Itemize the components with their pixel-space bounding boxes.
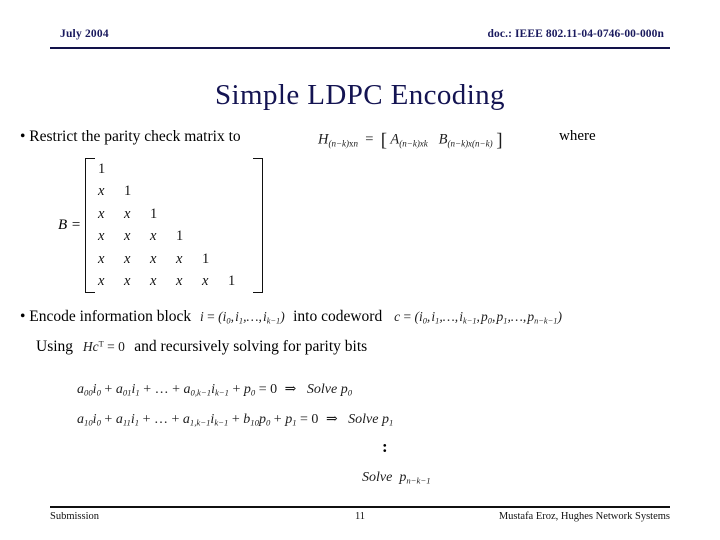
- matrix-cell: [122, 158, 148, 181]
- recursion-equation-1: a00i0 + a01i1 + … + a0,k−1ik−1 + p0 = 0 …: [77, 382, 353, 398]
- last-solve-label: Solve: [362, 470, 393, 485]
- bullet-encode-middle: into codeword: [293, 308, 383, 325]
- matrix-cell: x: [98, 228, 105, 245]
- matrix-cell: [226, 181, 252, 204]
- b-matrix-block: B = 1 x 1 x x 1 x x x 1 x x x x 1 x x x …: [58, 158, 264, 293]
- vertical-ellipsis: :: [382, 437, 388, 456]
- matrix-cell: x: [176, 250, 183, 267]
- last-solve-subscript: n−k−1: [406, 475, 431, 486]
- eq-close-bracket: ]: [496, 130, 503, 151]
- matrix-cell: x: [124, 228, 131, 245]
- implies-arrow-1: ⇒: [284, 382, 297, 397]
- table-row: x x 1: [96, 203, 252, 226]
- footer-divider: [50, 506, 670, 508]
- recursion-equation-2: a10i0 + a11i1 + … + a1,k−1ik−1 + b10p0 +…: [77, 412, 394, 428]
- matrix-cell: [226, 203, 252, 226]
- matrix-cell: [174, 181, 200, 204]
- b-matrix-label: B =: [58, 217, 82, 233]
- table-row: x x x x 1: [96, 248, 252, 271]
- where-label: where: [559, 128, 596, 144]
- footer-author: Mustafa Eroz, Hughes Network Systems: [498, 511, 670, 522]
- bullet-restrict-parity-check: • Restrict the parity check matrix to: [20, 128, 241, 146]
- matrix-cell: x: [98, 273, 105, 290]
- matrix-cell: x: [98, 183, 105, 200]
- eq-a-subscript: (n−k)xk: [399, 138, 428, 149]
- line-using-hct: Using HcT = 0 and recursively solving fo…: [36, 338, 367, 356]
- matrix-cell: 1: [176, 228, 184, 245]
- implies-arrow-2: ⇒: [325, 412, 338, 427]
- matrix-cell: [200, 181, 226, 204]
- matrix-cell: [226, 158, 252, 181]
- matrix-cell: x: [98, 205, 105, 222]
- matrix-cell: 1: [202, 250, 210, 267]
- matrix-cell: [174, 203, 200, 226]
- slide-footer: Submission 11 Mustafa Eroz, Hughes Netwo…: [50, 511, 670, 529]
- page-title: Simple LDPC Encoding: [215, 79, 505, 111]
- table-row: x x x x x 1: [96, 271, 252, 294]
- table-row: x 1: [96, 181, 252, 204]
- eq-h-equals: =: [361, 131, 378, 148]
- matrix-cell: x: [202, 273, 209, 290]
- matrix-cell: x: [124, 250, 131, 267]
- solve-label-1: Solve p0: [306, 382, 353, 398]
- equation-h-decomposition: H(n−k)xn = [ A(n−k)xk B(n−k)x(n−k) ]: [318, 130, 503, 152]
- matrix-cell: [148, 181, 174, 204]
- matrix-cell: x: [150, 273, 157, 290]
- matrix-cell: 1: [150, 205, 158, 222]
- matrix-cell: [226, 248, 252, 271]
- table-row: x x x 1: [96, 226, 252, 249]
- bullet-encode-prefix: • Encode information block: [20, 308, 192, 325]
- slide-canvas: July 2004 doc.: IEEE 802.11-04-0746-00-0…: [0, 0, 720, 540]
- matrix-cell: x: [150, 228, 157, 245]
- matrix-cell: 1: [98, 160, 106, 177]
- matrix-cell: x: [124, 273, 131, 290]
- eq-a-symbol: A: [390, 131, 400, 148]
- b-matrix-table: 1 x 1 x x 1 x x x 1 x x x x 1 x x x x x …: [96, 158, 252, 293]
- eq-open-bracket: [: [380, 130, 388, 151]
- matrix-cell: [200, 226, 226, 249]
- matrix-cell: [200, 158, 226, 181]
- matrix-left-bracket: [85, 158, 96, 293]
- matrix-cell: [226, 226, 252, 249]
- matrix-right-bracket: [253, 158, 264, 293]
- matrix-cell: 1: [124, 183, 132, 200]
- matrix-cell: [200, 203, 226, 226]
- matrix-cell: x: [98, 250, 105, 267]
- using-prefix: Using: [36, 338, 74, 355]
- header-doc-reference: doc.: IEEE 802.11-04-0746-00-000n: [487, 28, 664, 40]
- equation-information-block: i = (i0, i1,…, ik−1): [200, 309, 289, 326]
- using-suffix: and recursively solving for parity bits: [134, 338, 368, 355]
- equation-hct-zero: HcT = 0: [82, 339, 125, 354]
- header-date: July 2004: [60, 28, 109, 40]
- eq-b-subscript: (n−k)x(n−k): [447, 138, 493, 149]
- eq-h-subscript: (n−k)xn: [328, 138, 359, 149]
- matrix-cell: [148, 158, 174, 181]
- header-divider: [50, 47, 670, 49]
- bullet-restrict-text: • Restrict the parity check matrix to: [20, 128, 241, 145]
- matrix-cell: x: [176, 273, 183, 290]
- matrix-cell: x: [124, 205, 131, 222]
- b-matrix-body: 1 x 1 x x 1 x x x 1 x x x x 1 x x x x x …: [96, 158, 252, 293]
- recursion-last-solve: Solve pn−k−1: [362, 470, 431, 486]
- matrix-cell: x: [150, 250, 157, 267]
- matrix-cell: [174, 158, 200, 181]
- eq-h-symbol: H: [318, 131, 329, 148]
- table-row: 1: [96, 158, 252, 181]
- matrix-cell: 1: [228, 273, 236, 290]
- solve-label-2: Solve p1: [348, 412, 394, 428]
- bullet-encode-information-block: • Encode information block i = (i0, i1,……: [20, 308, 562, 326]
- eq-b-symbol: B: [438, 131, 448, 148]
- equation-codeword: c = (i0, i1,…, ik−1, p0, p1,…, pn−k−1): [394, 309, 562, 326]
